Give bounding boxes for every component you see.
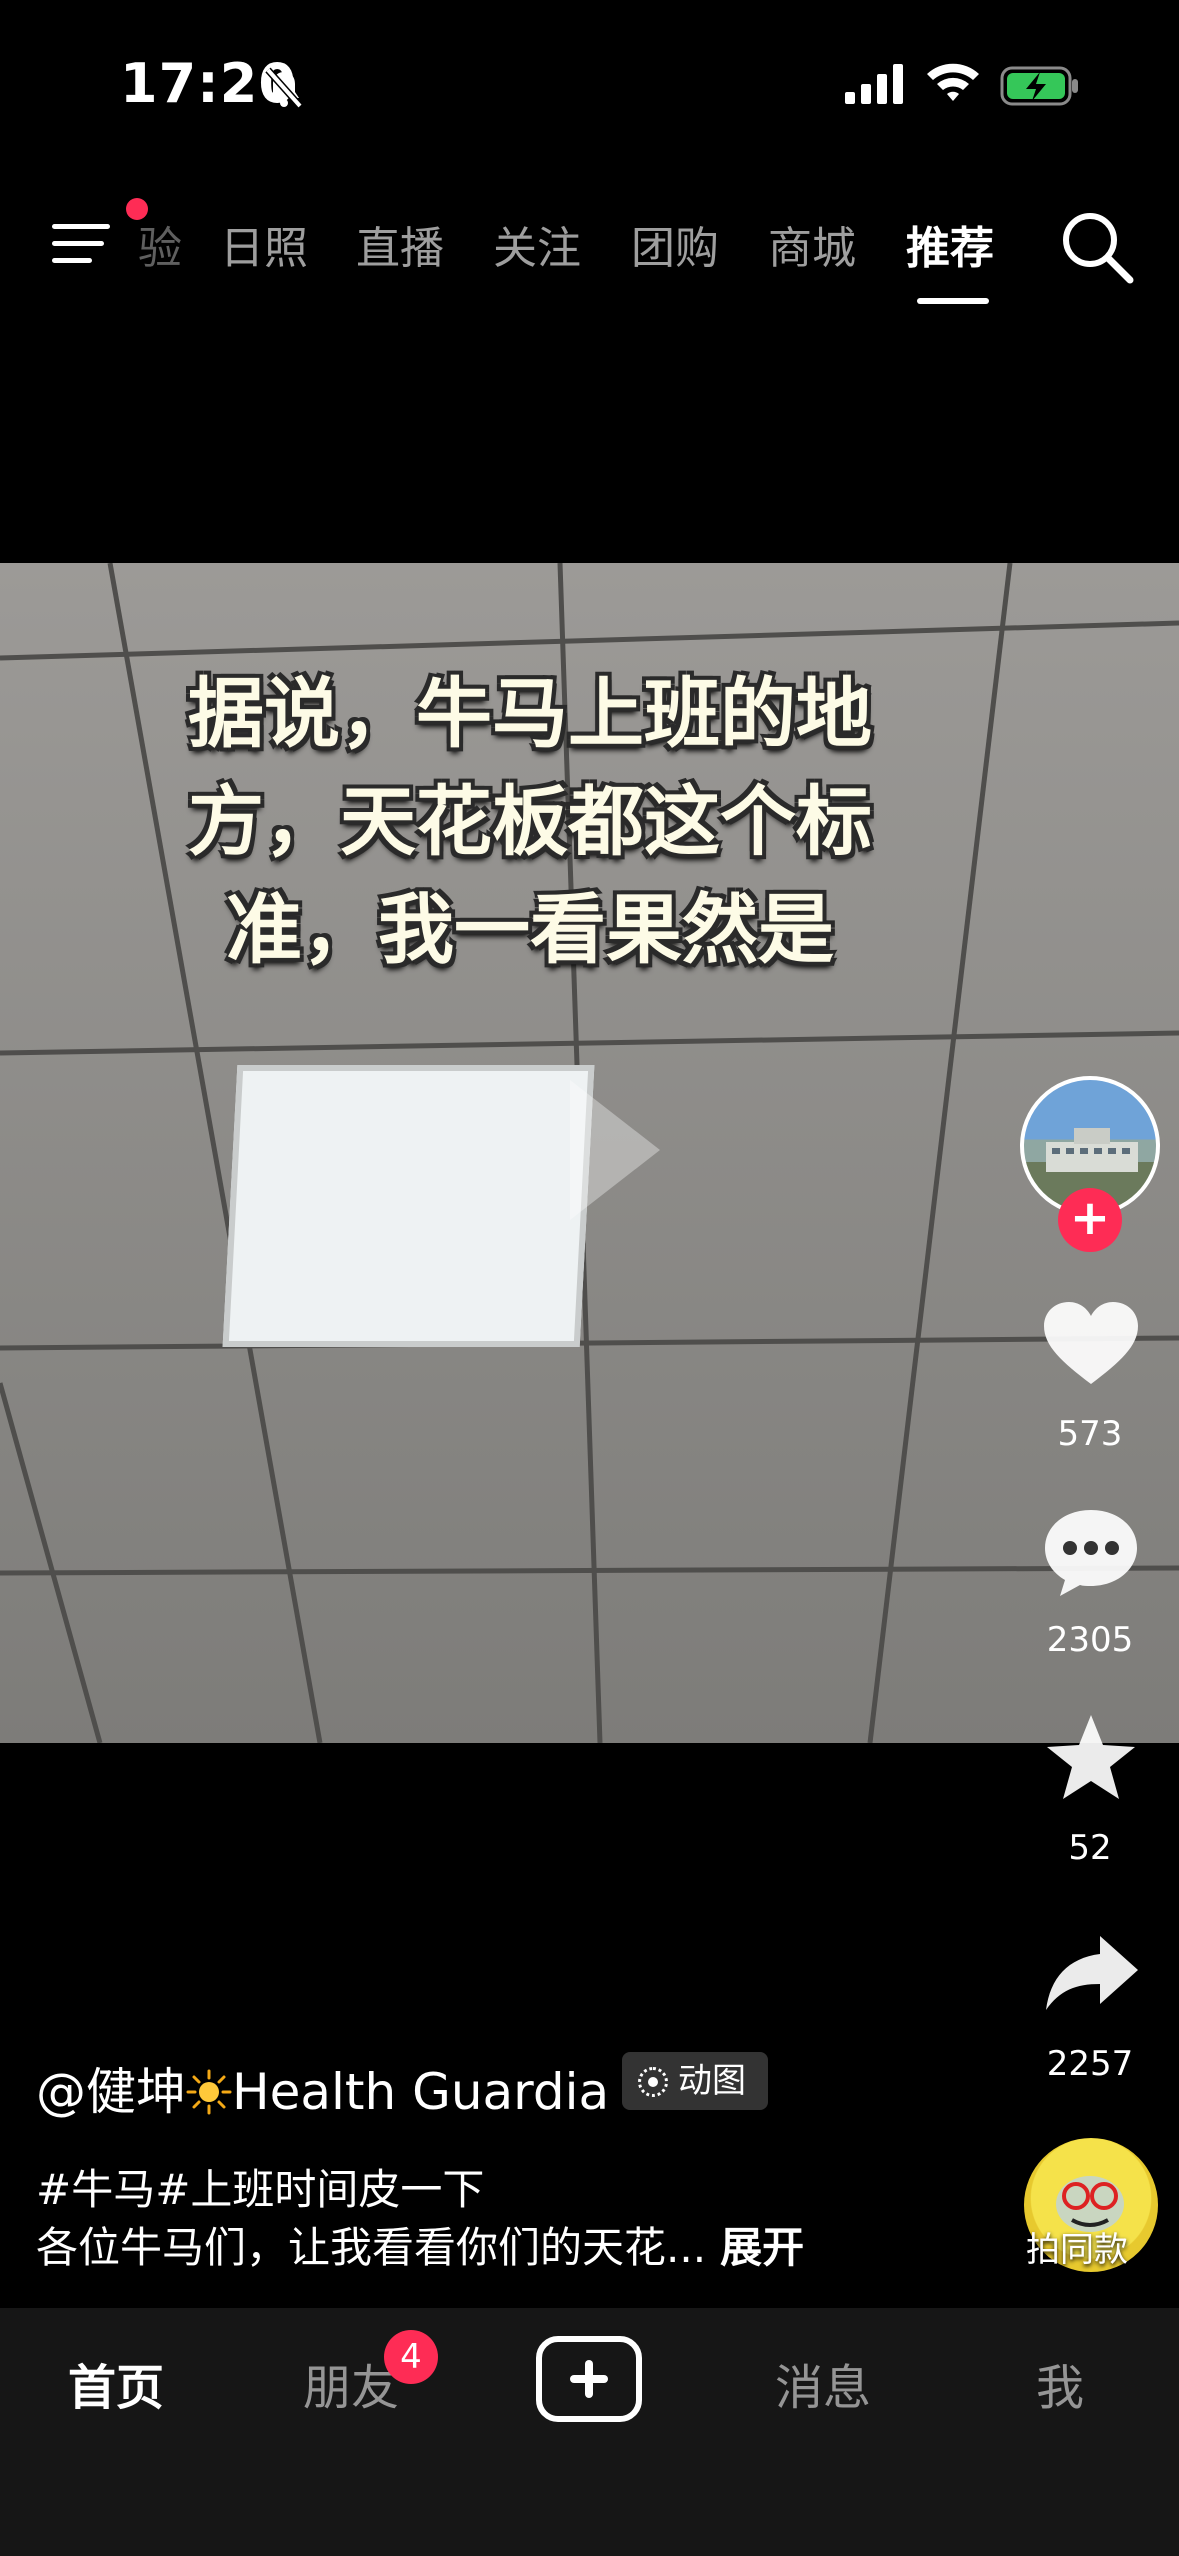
description-text: 各位牛马们，让我看看你们的天花... — [36, 2223, 707, 2272]
wifi-icon — [927, 63, 979, 101]
author-suffix: Health Guardia — [232, 2063, 610, 2121]
active-tab-indicator — [917, 298, 989, 304]
tab-live[interactable]: 直播 — [356, 212, 444, 276]
menu-button[interactable] — [52, 214, 122, 274]
author-handle: @健坤 — [36, 2063, 186, 2121]
badge-label: 动图 — [678, 2061, 746, 2101]
share-icon[interactable] — [1044, 1932, 1140, 2012]
plus-icon — [570, 2360, 608, 2398]
caption-line: 据说，牛马上班的地 — [188, 669, 872, 758]
comment-count: 2305 — [1046, 1620, 1134, 1660]
share-count: 2257 — [1046, 2044, 1134, 2084]
search-icon[interactable] — [1058, 208, 1136, 286]
animated-image-badge: 动图 — [622, 2052, 768, 2110]
follow-button[interactable]: + — [1058, 1188, 1122, 1252]
description: 各位牛马们，让我看看你们的天花... 展开 — [36, 2214, 804, 2275]
comment-icon[interactable] — [1042, 1506, 1140, 1598]
sun-emoji-icon — [186, 2069, 232, 2115]
heart-icon[interactable] — [1042, 1300, 1140, 1388]
tab-partial[interactable]: 验 — [138, 212, 182, 276]
live-photo-icon — [638, 2067, 668, 2097]
hashtags[interactable]: #牛马#上班时间皮一下 — [36, 2156, 484, 2217]
author-name[interactable]: @健坤 Health Guardia — [36, 2052, 609, 2124]
tab-following[interactable]: 关注 — [493, 212, 581, 276]
expand-button[interactable]: 展开 — [720, 2223, 804, 2272]
ceiling-light-panel — [222, 1065, 595, 1347]
caption-line: 方，天花板都这个标 — [188, 777, 872, 866]
tab-mall[interactable]: 商城 — [768, 212, 856, 276]
tab-messages[interactable]: 消息 — [775, 2348, 871, 2418]
tab-group-buy[interactable]: 团购 — [631, 212, 719, 276]
create-button[interactable] — [536, 2336, 642, 2422]
tab-home[interactable]: 首页 — [68, 2348, 164, 2418]
same-style-label[interactable]: 拍同款 — [1026, 2222, 1128, 2271]
favorite-count: 52 — [1068, 1828, 1112, 1868]
battery-charging-icon — [1000, 66, 1078, 106]
cellular-signal-icon — [845, 64, 903, 104]
play-icon[interactable] — [560, 1070, 670, 1230]
tab-rizhao[interactable]: 日照 — [220, 212, 308, 276]
video-caption: 据说，牛马上班的地 方，天花板都这个标 准，我一看果然是 — [100, 660, 960, 984]
tab-recommended[interactable]: 推荐 — [906, 212, 994, 276]
bell-muted-icon — [265, 67, 303, 109]
tab-me[interactable]: 我 — [1036, 2348, 1084, 2418]
like-count: 573 — [1057, 1414, 1123, 1454]
caption-line: 准，我一看果然是 — [226, 885, 834, 974]
friends-badge: 4 — [384, 2330, 438, 2384]
favorite-star-icon[interactable] — [1044, 1712, 1138, 1802]
